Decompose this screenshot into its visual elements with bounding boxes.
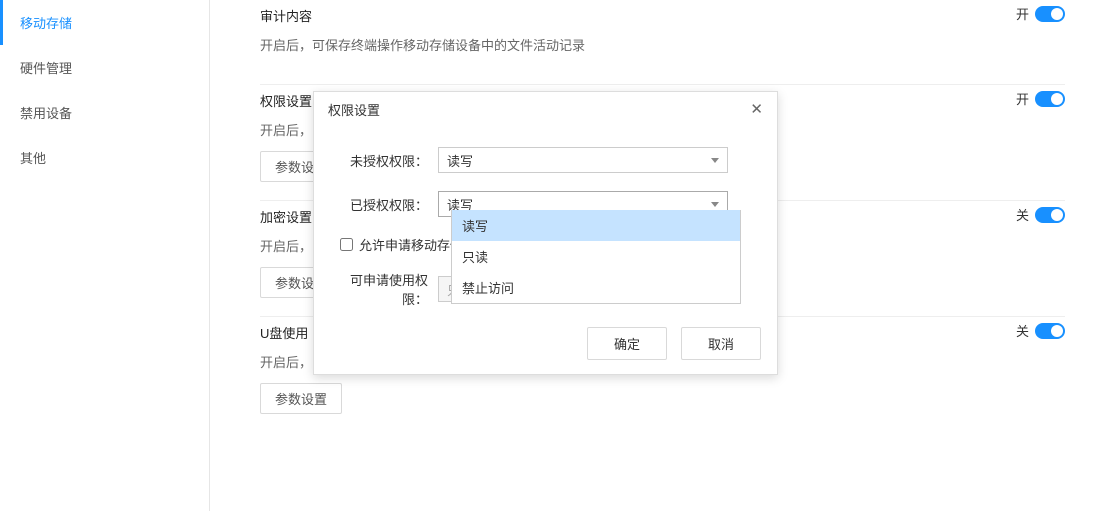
ok-button[interactable]: 确定 xyxy=(587,327,667,360)
cancel-button[interactable]: 取消 xyxy=(681,327,761,360)
checkbox-allow-apply-input[interactable] xyxy=(340,238,353,251)
switch-encryption[interactable] xyxy=(1035,207,1065,223)
sidebar-item-disable-device[interactable]: 禁用设备 xyxy=(0,90,209,135)
switch-label-audit: 开 xyxy=(1016,4,1029,23)
section-audit: 审计内容 开启后，可保存终端操作移动存储设备中的文件活动记录 开 xyxy=(260,0,1065,85)
sidebar-item-hardware-mgmt[interactable]: 硬件管理 xyxy=(0,45,209,90)
chevron-down-icon xyxy=(711,158,719,163)
label-applicable: 可申请使用权限： xyxy=(328,270,438,308)
sidebar: 移动存储 硬件管理 禁用设备 其他 xyxy=(0,0,210,511)
switch-label-encryption: 关 xyxy=(1016,205,1029,224)
chevron-down-icon xyxy=(711,202,719,207)
checkbox-allow-apply-label: 允许申请移动存储 xyxy=(359,235,463,254)
dropdown-option-forbid[interactable]: 禁止访问 xyxy=(452,272,740,303)
select-unauth-value: 读写 xyxy=(447,151,473,170)
dropdown-option-readonly[interactable]: 只读 xyxy=(452,241,740,272)
switch-audit[interactable] xyxy=(1035,6,1065,22)
permission-modal: 权限设置 ✕ 未授权权限： 读写 已授权权限： 读写 允许申请移动存储 可申请使… xyxy=(313,91,778,375)
switch-label-permission: 开 xyxy=(1016,89,1029,108)
close-icon[interactable]: ✕ xyxy=(750,102,763,117)
dropdown-option-readwrite[interactable]: 读写 xyxy=(452,210,740,241)
dropdown-auth: 读写 只读 禁止访问 xyxy=(451,210,741,304)
section-desc-audit: 开启后，可保存终端操作移动存储设备中的文件活动记录 xyxy=(260,35,1065,54)
select-unauth[interactable]: 读写 xyxy=(438,147,728,173)
sidebar-item-other[interactable]: 其他 xyxy=(0,135,209,180)
switch-permission[interactable] xyxy=(1035,91,1065,107)
param-button-usb[interactable]: 参数设置 xyxy=(260,383,342,414)
sidebar-item-mobile-storage[interactable]: 移动存储 xyxy=(0,0,209,45)
switch-usb[interactable] xyxy=(1035,323,1065,339)
label-unauth: 未授权权限： xyxy=(328,151,438,170)
section-title-audit: 审计内容 xyxy=(260,6,1065,25)
modal-title: 权限设置 xyxy=(328,100,380,119)
label-auth: 已授权权限： xyxy=(328,195,438,214)
switch-label-usb: 关 xyxy=(1016,321,1029,340)
